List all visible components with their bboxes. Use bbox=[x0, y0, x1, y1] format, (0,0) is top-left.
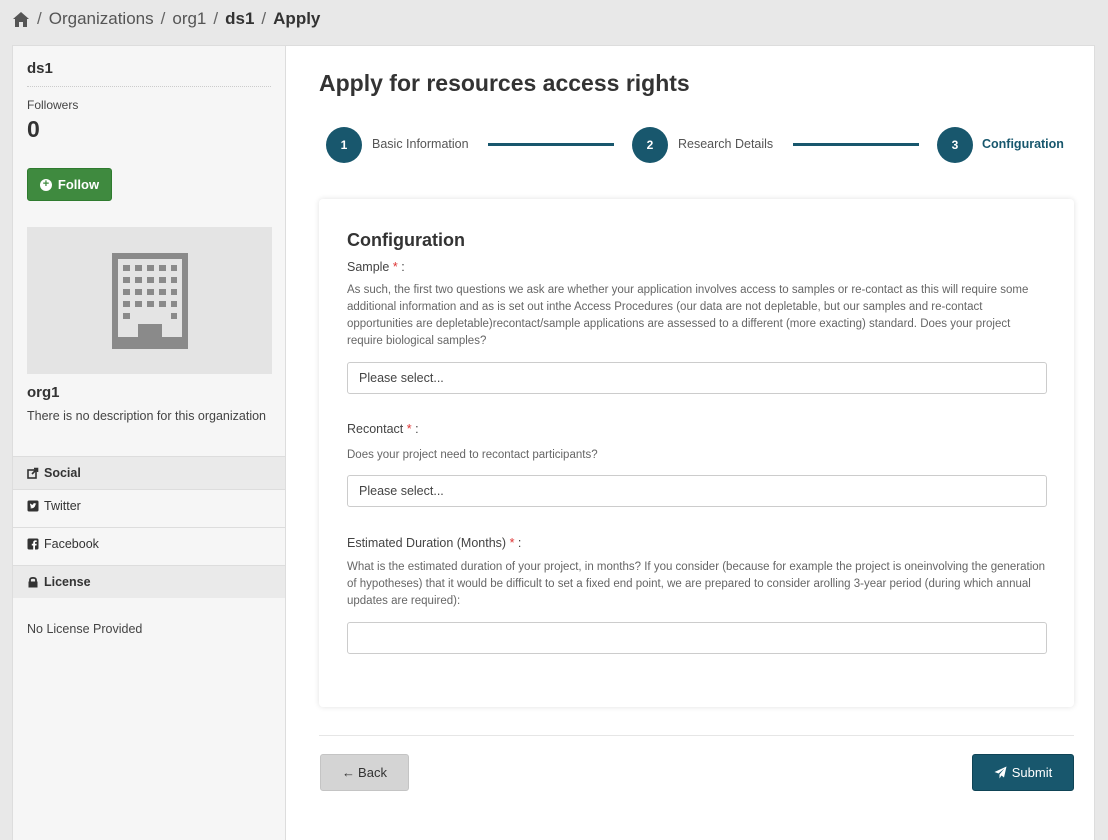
facebook-icon bbox=[27, 538, 39, 550]
page-container: ds1 Followers 0 + Follow org1 There is n… bbox=[12, 45, 1095, 840]
breadcrumb-separator: / bbox=[261, 9, 267, 28]
breadcrumb-org[interactable]: org1 bbox=[172, 9, 206, 29]
social-header: Social bbox=[13, 456, 285, 489]
plus-circle-icon: + bbox=[39, 178, 52, 191]
sample-label: Sample * : bbox=[347, 260, 405, 274]
footer-divider bbox=[319, 735, 1074, 736]
social-item-twitter[interactable]: Twitter bbox=[13, 489, 285, 522]
breadcrumb: / Organizations / org1 / ds1 / Apply bbox=[12, 0, 320, 38]
license-header: License bbox=[13, 565, 285, 598]
label-suffix: : bbox=[397, 260, 405, 274]
sample-select[interactable]: Please select... bbox=[347, 362, 1047, 394]
social-item-facebook[interactable]: Facebook bbox=[13, 527, 285, 560]
social-item-label: Facebook bbox=[44, 537, 99, 551]
recontact-label-text: Recontact bbox=[347, 422, 404, 436]
social-header-label: Social bbox=[44, 466, 81, 480]
sample-help-text: As such, the first two questions we ask … bbox=[347, 284, 1029, 347]
follow-button[interactable]: + Follow bbox=[27, 168, 112, 201]
building-icon bbox=[111, 252, 188, 349]
step-connector bbox=[488, 143, 614, 146]
org-image[interactable] bbox=[27, 227, 272, 374]
submit-button-label: Submit bbox=[1011, 765, 1053, 780]
breadcrumb-organizations[interactable]: Organizations bbox=[49, 9, 154, 29]
step-1-label: Basic Information bbox=[372, 137, 469, 151]
sidebar: ds1 Followers 0 + Follow org1 There is n… bbox=[13, 46, 286, 840]
recontact-label: Recontact * : bbox=[347, 422, 419, 436]
configuration-form: Configuration Sample * : As such, the fi… bbox=[319, 199, 1074, 707]
step-connector bbox=[793, 143, 919, 146]
progress-stepper: 1 Basic Information 2 Research Details 3… bbox=[326, 127, 1067, 163]
breadcrumb-separator: / bbox=[213, 9, 219, 28]
sidebar-divider bbox=[27, 86, 271, 87]
step-2-circle: 2 bbox=[632, 127, 668, 163]
recontact-help-text: Does your project need to recontact part… bbox=[347, 449, 598, 461]
arrow-left-icon: ← bbox=[342, 765, 356, 780]
breadcrumb-current: Apply bbox=[273, 9, 321, 28]
dataset-title: ds1 bbox=[27, 60, 53, 77]
breadcrumb-separator: / bbox=[37, 9, 42, 28]
duration-input[interactable] bbox=[347, 622, 1047, 654]
home-icon[interactable] bbox=[12, 11, 30, 28]
paper-plane-icon bbox=[994, 766, 1007, 779]
follow-button-label: Follow bbox=[57, 177, 100, 192]
form-title: Configuration bbox=[347, 230, 465, 250]
step-2-label: Research Details bbox=[678, 137, 774, 151]
social-item-label: Twitter bbox=[44, 499, 81, 513]
sample-label-text: Sample bbox=[347, 260, 390, 274]
submit-button[interactable]: Submit bbox=[972, 754, 1074, 791]
license-header-label: License bbox=[44, 575, 91, 589]
twitter-icon bbox=[27, 500, 39, 512]
label-suffix: : bbox=[514, 536, 522, 550]
page-title: Apply for resources access rights bbox=[319, 70, 690, 96]
license-text: No License Provided bbox=[27, 622, 143, 636]
back-button[interactable]: ← Back bbox=[320, 754, 409, 791]
share-icon bbox=[27, 467, 39, 479]
breadcrumb-separator: / bbox=[160, 9, 166, 28]
step-1-circle: 1 bbox=[326, 127, 362, 163]
step-3-label: Configuration bbox=[982, 137, 1064, 151]
lock-icon bbox=[28, 576, 38, 588]
duration-help-text: What is the estimated duration of your p… bbox=[347, 561, 1046, 607]
main-content: Apply for resources access rights 1 Basi… bbox=[287, 46, 1094, 840]
followers-count: 0 bbox=[27, 116, 40, 142]
recontact-select[interactable]: Please select... bbox=[347, 475, 1047, 507]
step-3-circle: 3 bbox=[937, 127, 973, 163]
duration-label: Estimated Duration (Months) * : bbox=[347, 536, 521, 550]
label-suffix: : bbox=[411, 422, 419, 436]
back-button-label: Back bbox=[358, 765, 387, 780]
duration-label-text: Estimated Duration (Months) bbox=[347, 536, 507, 550]
followers-label: Followers bbox=[27, 98, 79, 112]
breadcrumb-dataset[interactable]: ds1 bbox=[225, 9, 254, 29]
org-description: There is no description for this organiz… bbox=[27, 409, 267, 423]
org-name[interactable]: org1 bbox=[27, 384, 60, 401]
